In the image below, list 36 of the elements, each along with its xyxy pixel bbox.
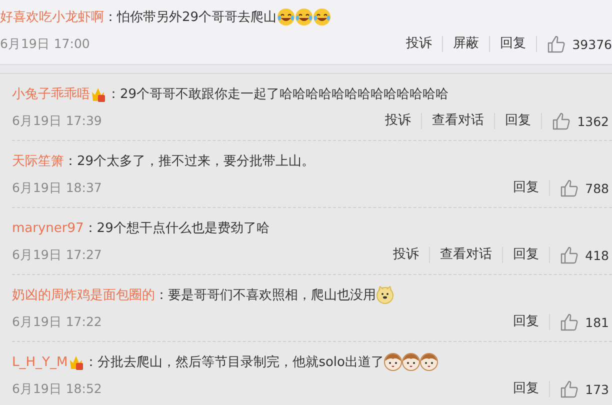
- action-link[interactable]: 回复: [503, 381, 550, 397]
- timestamp: 6月19日 18:52: [12, 380, 102, 398]
- thumbs-up-icon[interactable]: [547, 34, 566, 54]
- thumbs-up-icon[interactable]: [560, 178, 580, 198]
- comment-text: ：分批去爬山，然后等节目录制完，他就solo出道了: [84, 354, 384, 371]
- action-link[interactable]: 回复: [503, 247, 550, 263]
- comment-text: ：29个哥哥不敢跟你走一起了哈哈哈哈哈哈哈哈哈哈哈哈哈: [107, 86, 449, 103]
- action-link[interactable]: 投诉: [383, 247, 430, 263]
- action-link[interactable]: 查看对话: [422, 113, 496, 129]
- like-count: 181: [585, 314, 609, 330]
- comment-text: ：要是哥哥们不喜欢照相，爬山也没用: [155, 287, 376, 304]
- action-link[interactable]: 回复: [490, 36, 538, 52]
- thumbs-up-icon[interactable]: [560, 380, 580, 398]
- action-link[interactable]: 屏蔽: [443, 36, 490, 52]
- timestamp: 6月19日 17:00: [0, 36, 90, 52]
- like-count: 39376: [572, 36, 612, 52]
- comment-text: ：怕你带另外29个哥哥去爬山: [104, 9, 277, 26]
- thumbs-up-icon[interactable]: [552, 112, 572, 130]
- comment-text: ：29个想干点什么也是费劲了哈: [84, 220, 270, 237]
- thumbs-up-icon[interactable]: [560, 246, 580, 264]
- action-link[interactable]: 投诉: [396, 36, 444, 52]
- comment-text: ：29个太多了，推不过来，要分批带上山。: [64, 153, 315, 170]
- like-count: 788: [585, 180, 609, 196]
- action-link[interactable]: 查看对话: [430, 247, 504, 263]
- thumbs-up-icon[interactable]: [560, 312, 580, 332]
- timestamp: 6月19日 18:37: [12, 180, 102, 196]
- action-link[interactable]: 回复: [503, 314, 550, 330]
- action-link[interactable]: 投诉: [375, 113, 422, 129]
- timestamp: 6月19日 17:39: [12, 112, 102, 130]
- like-count: 173: [585, 382, 609, 396]
- like-count: 1362: [577, 114, 609, 128]
- like-count: 418: [585, 248, 609, 262]
- timestamp: 6月19日 17:22: [12, 314, 102, 330]
- action-link[interactable]: 回复: [495, 113, 542, 129]
- timestamp: 6月19日 17:27: [12, 246, 102, 264]
- action-link[interactable]: 回复: [503, 180, 550, 196]
